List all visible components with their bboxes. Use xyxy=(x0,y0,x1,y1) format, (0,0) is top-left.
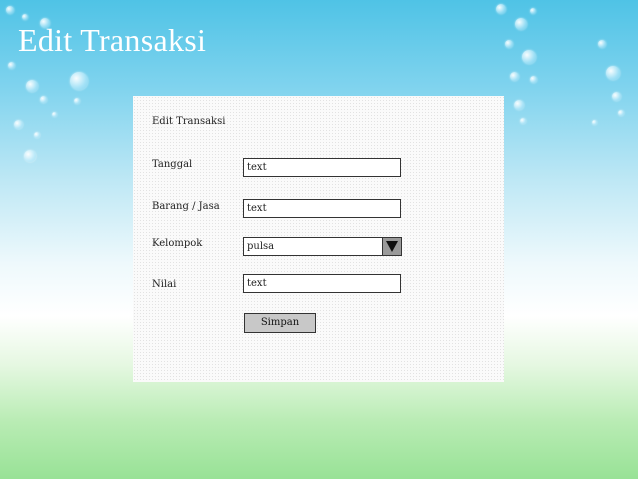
bubble xyxy=(52,112,57,117)
bubble xyxy=(530,8,536,14)
nilai-input[interactable]: text xyxy=(243,274,401,293)
bubble xyxy=(22,14,28,20)
bubble xyxy=(606,66,620,80)
bubble xyxy=(520,118,526,124)
form-title: Edit Transaksi xyxy=(152,116,226,127)
bubble xyxy=(612,92,621,101)
bubble xyxy=(515,18,527,30)
bubble xyxy=(70,72,88,90)
bubble xyxy=(14,120,23,129)
triangle-down-icon xyxy=(386,241,398,252)
bubble xyxy=(74,98,80,104)
bubble xyxy=(592,120,597,125)
label-barang-jasa: Barang / Jasa xyxy=(152,201,220,212)
label-tanggal: Tanggal xyxy=(152,159,193,170)
slide-title: Edit Transaksi xyxy=(18,22,207,58)
bubble xyxy=(522,50,536,64)
label-kelompok: Kelompok xyxy=(152,238,203,249)
simpan-button[interactable]: Simpan xyxy=(244,313,316,333)
bubble xyxy=(505,40,513,48)
bubble xyxy=(40,96,47,103)
bubble xyxy=(510,72,519,81)
dropdown-arrow-button[interactable] xyxy=(382,238,401,255)
bubble xyxy=(24,150,36,162)
tanggal-input[interactable]: text xyxy=(243,158,401,177)
bubble xyxy=(514,100,524,110)
bubble xyxy=(8,62,15,69)
bubble xyxy=(598,40,606,48)
bubble xyxy=(618,110,624,116)
bubble xyxy=(530,76,537,83)
bubble xyxy=(34,132,40,138)
label-nilai: Nilai xyxy=(152,279,177,290)
barang-jasa-input[interactable]: text xyxy=(243,199,401,218)
kelompok-selected-value: pulsa xyxy=(247,241,275,252)
bubble xyxy=(6,6,14,14)
edit-transaction-form: Edit Transaksi Tanggal text Barang / Jas… xyxy=(133,96,504,382)
bubble xyxy=(496,4,506,14)
kelompok-select[interactable]: pulsa xyxy=(243,237,402,256)
bubble xyxy=(26,80,38,92)
